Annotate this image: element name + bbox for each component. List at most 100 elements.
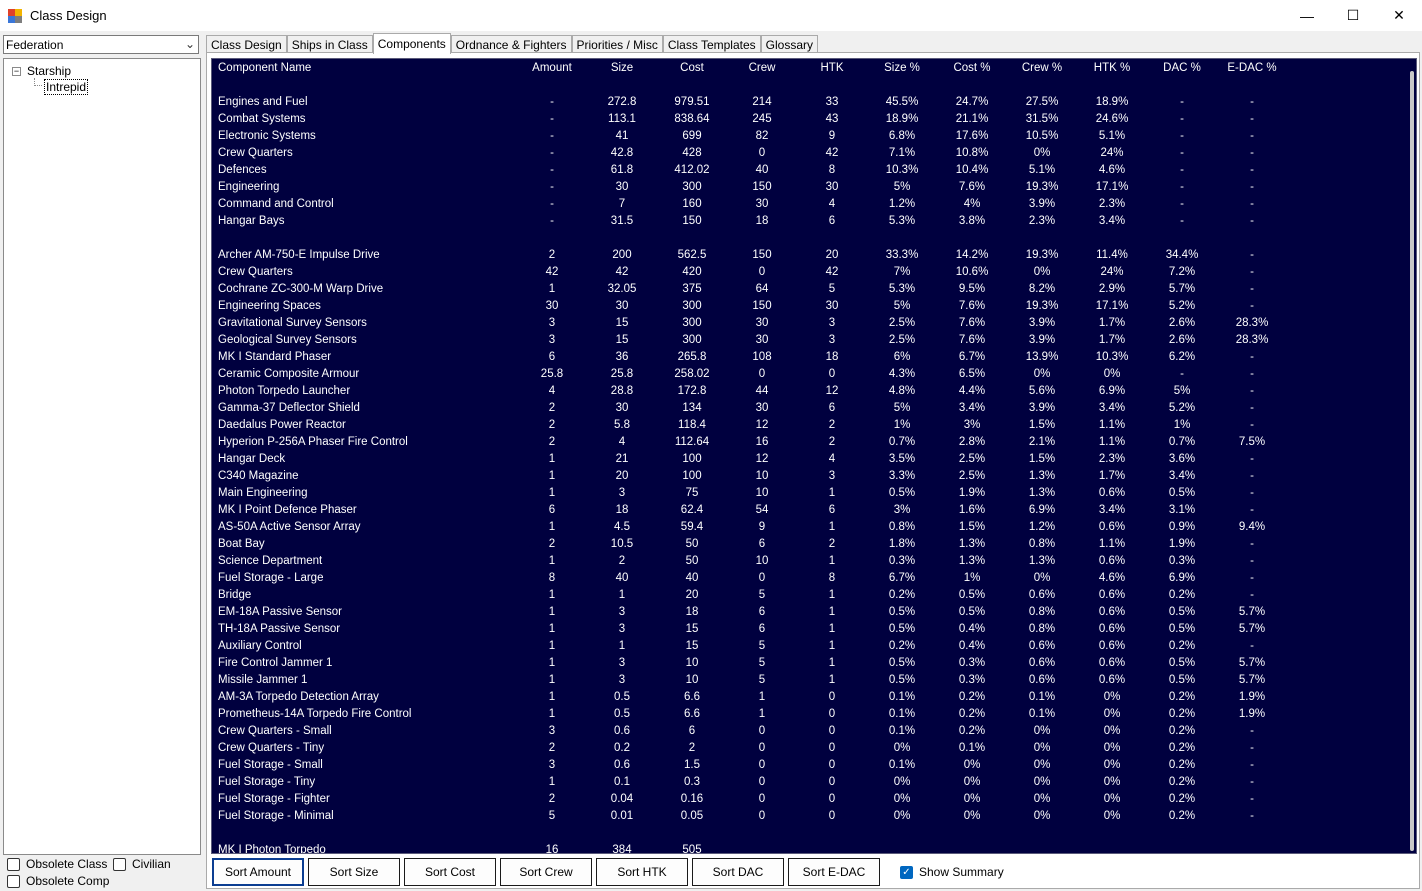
table-row[interactable]: Hangar Deck 1 21 100 12 4 3.5% 2.5% 1.5% 2.3% 3.6%… bbox=[212, 452, 1312, 469]
table-header[interactable]: Component Name Amount Size Cost Crew HTK Size … bbox=[212, 61, 1312, 78]
race-select[interactable]: Federation ⌄ bbox=[3, 35, 199, 54]
table-row[interactable]: Geological Survey Sensors 3 15 300 30 3 2.5% 7.… bbox=[212, 333, 1312, 350]
table-row[interactable]: Ceramic Composite Armour 25.8 25.8 258.02 0 0… bbox=[212, 367, 1312, 384]
cell-name: Engineering Spaces bbox=[218, 300, 321, 312]
components-grid[interactable]: Component Name Amount Size Cost Crew HTK Size … bbox=[211, 58, 1417, 854]
cell-cost: 0.1% bbox=[958, 742, 986, 754]
cell-size: 272.8 bbox=[607, 96, 637, 108]
sort-e-dac-button[interactable]: Sort E-DAC bbox=[788, 858, 880, 886]
table-row[interactable]: Fuel Storage - Fighter 2 0.04 0.16 0 0 0% 0% 0% 0… bbox=[212, 792, 1312, 809]
table-row[interactable]: Archer AM-750-E Impulse Drive 2 200 562.5 15… bbox=[212, 248, 1312, 265]
summary-row[interactable]: Engineering - 30 300 150 30 5% 7.6% 19.3% 17.1% - - bbox=[212, 180, 1312, 197]
cell-htk: 4.6% bbox=[1098, 164, 1126, 176]
cell-cost: 3% bbox=[963, 419, 981, 431]
obsolete-comp-checkbox[interactable]: Obsolete Comp bbox=[7, 874, 109, 888]
sort-dac-button[interactable]: Sort DAC bbox=[692, 858, 784, 886]
cell-size: 7% bbox=[893, 266, 911, 278]
table-row[interactable]: MK I Standard Phaser 6 36 265.8 108 18 6% 6.7% 1… bbox=[212, 350, 1312, 367]
tab-components[interactable]: Components bbox=[372, 33, 451, 54]
table-row[interactable]: Prometheus-14A Torpedo Fire Control 1 0.5 6… bbox=[212, 707, 1312, 724]
summary-row[interactable]: Hangar Bays - 31.5 150 18 6 5.3% 3.8% 2.3% 3.4% - - bbox=[212, 214, 1312, 231]
table-row[interactable]: Auxiliary Control 1 1 15 5 1 0.2% 0.4% 0.6% 0.6% 0… bbox=[212, 639, 1312, 656]
cell-crew: 1.5% bbox=[1028, 419, 1056, 431]
table-row[interactable]: EM-18A Passive Sensor 1 3 18 6 1 0.5% 0.5% 0.8% 0… bbox=[212, 605, 1312, 622]
table-row[interactable]: Daedalus Power Reactor 2 5.8 118.4 12 2 1% 3% 1.… bbox=[212, 418, 1312, 435]
cell-htk: 0 bbox=[828, 810, 836, 822]
cell-dac: DAC % bbox=[1163, 62, 1201, 74]
cell-dac: 6.2% bbox=[1168, 351, 1196, 363]
class-tree[interactable]: − Starship Intrepid bbox=[3, 58, 201, 855]
table-row[interactable]: Fuel Storage - Tiny 1 0.1 0.3 0 0 0% 0% 0% 0% 0.2%… bbox=[212, 775, 1312, 792]
table-row[interactable]: Boat Bay 2 10.5 50 6 2 1.8% 1.3% 0.8% 1.1% 1.9% - bbox=[212, 537, 1312, 554]
cell-name: Boat Bay bbox=[218, 538, 265, 550]
checkbox-icon[interactable] bbox=[7, 874, 20, 888]
table-row[interactable]: Fuel Storage - Large 8 40 40 0 8 6.7% 1% 0% 4.6% 6… bbox=[212, 571, 1312, 588]
cell-crew: 150 bbox=[752, 181, 772, 193]
cell-size: 10.5 bbox=[610, 538, 634, 550]
table-row[interactable]: Gravitational Survey Sensors 3 15 300 30 3 2.5… bbox=[212, 316, 1312, 333]
table-row[interactable]: Cochrane ZC-300-M Warp Drive 1 32.05 375 64 5… bbox=[212, 282, 1312, 299]
cell-crew: 10 bbox=[755, 487, 769, 499]
cell-name: Main Engineering bbox=[218, 487, 308, 499]
show-summary-checkbox[interactable]: ✓ Show Summary bbox=[900, 865, 1004, 879]
table-row[interactable]: Photon Torpedo Launcher 4 28.8 172.8 44 12 4.8… bbox=[212, 384, 1312, 401]
cell-htk: 1 bbox=[828, 589, 836, 601]
cell-htk: 0.6% bbox=[1098, 640, 1126, 652]
table-row[interactable]: Missile Jammer 1 1 3 10 5 1 0.5% 0.3% 0.6% 0.6% 0.… bbox=[212, 673, 1312, 690]
summary-row[interactable]: Combat Systems - 113.1 838.64 245 43 18.9% 21.1… bbox=[212, 112, 1312, 129]
table-row[interactable]: Science Department 1 2 50 10 1 0.3% 1.3% 1.3% 0.6… bbox=[212, 554, 1312, 571]
sort-cost-button[interactable]: Sort Cost bbox=[404, 858, 496, 886]
table-row[interactable]: Hyperion P-256A Phaser Fire Control 2 4 112… bbox=[212, 435, 1312, 452]
sort-crew-button[interactable]: Sort Crew bbox=[500, 858, 592, 886]
summary-row[interactable]: Defences - 61.8 412.02 40 8 10.3% 10.4% 5.1% 4.6%… bbox=[212, 163, 1312, 180]
checkbox-icon[interactable] bbox=[7, 857, 20, 871]
sort-size-button[interactable]: Sort Size bbox=[308, 858, 400, 886]
sort-htk-button[interactable]: Sort HTK bbox=[596, 858, 688, 886]
checkbox-checked-icon[interactable]: ✓ bbox=[900, 865, 913, 879]
checkbox-icon[interactable] bbox=[113, 857, 126, 871]
ordnance-row[interactable]: MK I Photon Torpedo 16 384 505 bbox=[212, 843, 1312, 854]
cell-dac: 0.2% bbox=[1168, 759, 1196, 771]
tree-node-starship[interactable]: Starship bbox=[27, 64, 71, 78]
table-row[interactable]: Fuel Storage - Small 3 0.6 1.5 0 0 0.1% 0% 0% 0% 0… bbox=[212, 758, 1312, 775]
minimize-button[interactable]: — bbox=[1284, 0, 1330, 31]
cell-htk: 1 bbox=[828, 555, 836, 567]
obsolete-class-checkbox[interactable]: Obsolete Class bbox=[7, 857, 107, 871]
table-row[interactable]: Main Engineering 1 3 75 10 1 0.5% 1.9% 1.3% 0.6% 0… bbox=[212, 486, 1312, 503]
vertical-scrollbar[interactable] bbox=[1410, 71, 1414, 851]
cell-htk: 0% bbox=[1103, 759, 1121, 771]
summary-row[interactable]: Command and Control - 7 160 30 4 1.2% 4% 3.9% 2.3… bbox=[212, 197, 1312, 214]
cell-cost: 2 bbox=[688, 742, 696, 754]
table-row[interactable]: Engineering Spaces 30 30 300 150 30 5% 7.6% 19.3… bbox=[212, 299, 1312, 316]
cell-amount: 6 bbox=[548, 351, 556, 363]
table-row[interactable]: C340 Magazine 1 20 100 10 3 3.3% 2.5% 1.3% 1.7% 3.… bbox=[212, 469, 1312, 486]
chevron-down-icon[interactable]: ⌄ bbox=[185, 37, 195, 51]
table-row[interactable]: Crew Quarters - Small 3 0.6 6 0 0 0.1% 0.2% 0% 0%… bbox=[212, 724, 1312, 741]
cell-cost: 4.4% bbox=[958, 385, 986, 397]
cell-crew: 0% bbox=[1033, 759, 1051, 771]
tree-node-intrepid[interactable]: Intrepid bbox=[44, 79, 89, 95]
cell-name: MK I Photon Torpedo bbox=[218, 844, 326, 854]
cell-e-dac: - bbox=[1250, 572, 1254, 584]
civilian-checkbox[interactable]: Civilian bbox=[113, 857, 171, 871]
table-row[interactable]: AS-50A Active Sensor Array 1 4.5 59.4 9 1 0.8%… bbox=[212, 520, 1312, 537]
collapse-icon[interactable]: − bbox=[12, 67, 21, 76]
table-row[interactable]: Bridge 1 1 20 5 1 0.2% 0.5% 0.6% 0.6% 0.2% - bbox=[212, 588, 1312, 605]
table-row[interactable]: AM-3A Torpedo Detection Array 1 0.5 6.6 1 0 0.… bbox=[212, 690, 1312, 707]
table-row[interactable]: Fuel Storage - Minimal 5 0.01 0.05 0 0 0% 0% 0% 0… bbox=[212, 809, 1312, 826]
cell-name: Combat Systems bbox=[218, 113, 306, 125]
cell-cost: 172.8 bbox=[677, 385, 707, 397]
table-row[interactable]: Fire Control Jammer 1 1 3 10 5 1 0.5% 0.3% 0.6% 0… bbox=[212, 656, 1312, 673]
table-row[interactable]: TH-18A Passive Sensor 1 3 15 6 1 0.5% 0.4% 0.8% 0… bbox=[212, 622, 1312, 639]
summary-row[interactable]: Crew Quarters - 42.8 428 0 42 7.1% 10.8% 0% 24% - - bbox=[212, 146, 1312, 163]
table-row[interactable]: Gamma-37 Deflector Shield 2 30 134 30 6 5% 3.4%… bbox=[212, 401, 1312, 418]
summary-row[interactable]: Engines and Fuel - 272.8 979.51 214 33 45.5% 24… bbox=[212, 95, 1312, 112]
table-row[interactable]: Crew Quarters 42 42 420 0 42 7% 10.6% 0% 24% 7.2% - bbox=[212, 265, 1312, 282]
cell-name: C340 Magazine bbox=[218, 470, 299, 482]
maximize-button[interactable]: ☐ bbox=[1330, 0, 1376, 31]
sort-amount-button[interactable]: Sort Amount bbox=[212, 858, 304, 886]
close-button[interactable]: ✕ bbox=[1376, 0, 1422, 31]
table-row[interactable]: Crew Quarters - Tiny 2 0.2 2 0 0 0% 0.1% 0% 0% 0.2… bbox=[212, 741, 1312, 758]
table-row[interactable]: MK I Point Defence Phaser 6 18 62.4 54 6 3% 1.6… bbox=[212, 503, 1312, 520]
summary-row[interactable]: Electronic Systems - 41 699 82 9 6.8% 17.6% 10.5… bbox=[212, 129, 1312, 146]
